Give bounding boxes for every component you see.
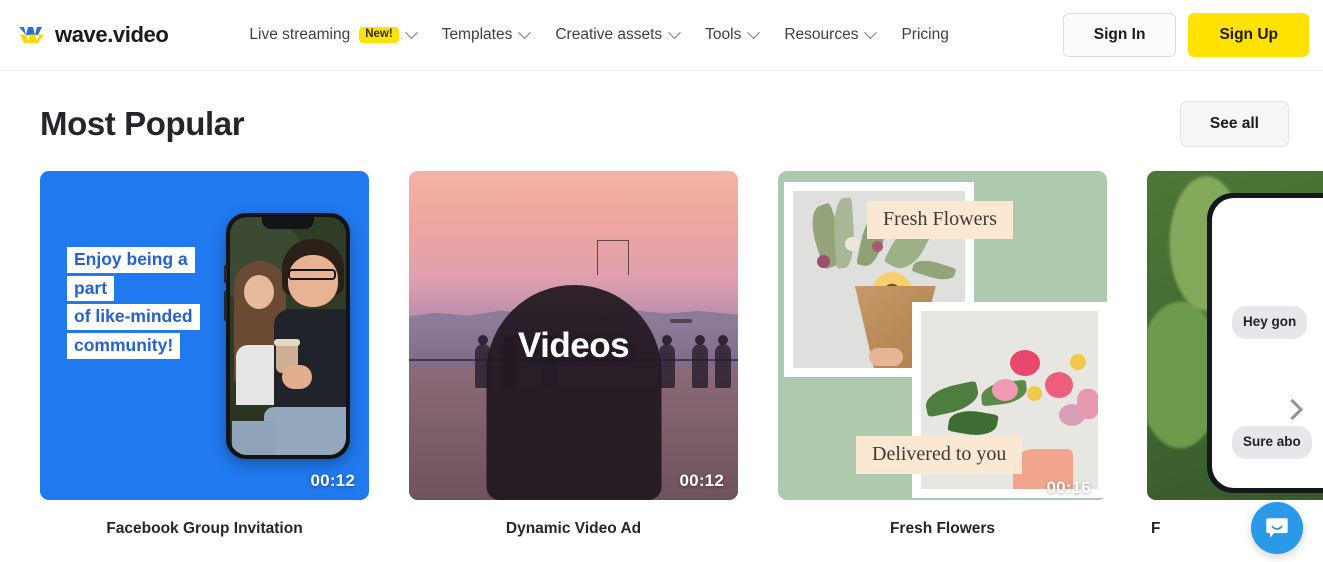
banner-title-top: Fresh Flowers	[867, 201, 1013, 239]
chevron-down-icon	[518, 25, 532, 39]
nav-label: Live streaming	[249, 26, 351, 43]
hand	[868, 348, 903, 366]
thumbnail-caption: Enjoy being a part of like-minded commun…	[67, 247, 200, 359]
page-title: Most Popular	[40, 105, 245, 142]
nav-label: Creative assets	[555, 26, 663, 43]
logo[interactable]: wave.video	[18, 22, 169, 48]
template-thumbnail[interactable]: Fresh Flowers Delivered to you 00:16	[778, 171, 1107, 500]
nav-item-templates[interactable]: Templates	[429, 20, 543, 50]
logo-text: wave.video	[55, 22, 169, 47]
nav-label: Pricing	[901, 26, 949, 43]
template-card-dynamic-video-ad[interactable]: Videos 00:12 Dynamic Video Ad	[409, 171, 738, 538]
template-card-facebook-group-invitation[interactable]: Enjoy being a part of like-minded commun…	[40, 171, 369, 538]
template-title: Dynamic Video Ad	[505, 520, 642, 537]
phone-mockup	[224, 213, 350, 459]
chat-bubble: Hey gon	[1232, 306, 1308, 339]
caption-line-1: Enjoy being a	[67, 247, 195, 273]
chevron-down-icon	[668, 25, 682, 39]
nav-item-tools[interactable]: Tools	[692, 20, 771, 50]
phone-mockup: Hey gon Sure abo	[1207, 193, 1323, 493]
chat-screen: Hey gon Sure abo	[1212, 198, 1323, 488]
pier-structure	[596, 240, 629, 276]
caption-line-3: of like-minded	[67, 304, 200, 330]
duration-badge: 00:16	[1046, 478, 1091, 497]
template-title: Fresh Flowers	[889, 520, 996, 537]
nav-item-resources[interactable]: Resources	[771, 20, 888, 50]
carousel-next-button[interactable]	[1275, 392, 1309, 426]
template-card-fresh-flowers[interactable]: Fresh Flowers Delivered to you 00:16 Fre…	[778, 171, 1107, 538]
nav-item-creative-assets[interactable]: Creative assets	[542, 20, 692, 50]
template-card-partial[interactable]: Hey gon Sure abo F	[1147, 171, 1323, 538]
nav-label: Resources	[784, 26, 859, 43]
distant-ship	[669, 319, 692, 324]
chevron-down-icon	[404, 25, 418, 39]
foreground-silhouette	[486, 285, 661, 500]
duration-badge: 00:12	[310, 471, 355, 490]
phone-screen	[230, 217, 346, 455]
new-badge: New!	[359, 26, 399, 44]
see-all-button[interactable]: See all	[1179, 101, 1289, 147]
chat-bubble: Sure abo	[1232, 426, 1312, 459]
templates-carousel[interactable]: Enjoy being a part of like-minded commun…	[40, 171, 1323, 538]
site-header: wave.video Live streaming New! Templates…	[0, 0, 1323, 71]
template-thumbnail[interactable]: Hey gon Sure abo	[1147, 171, 1323, 500]
main-nav: Live streaming New! Templates Creative a…	[236, 20, 961, 50]
caption-line-2: part	[67, 275, 115, 302]
phone-notch	[262, 217, 314, 229]
duration-badge: 00:12	[679, 471, 724, 490]
chevron-down-icon	[864, 25, 878, 39]
template-thumbnail[interactable]: Videos 00:12	[409, 171, 738, 500]
nav-item-pricing[interactable]: Pricing	[888, 20, 961, 50]
sign-in-button[interactable]: Sign In	[1062, 13, 1177, 57]
template-title: Facebook Group Invitation	[106, 520, 303, 537]
template-thumbnail[interactable]: Enjoy being a part of like-minded commun…	[40, 171, 369, 500]
nav-label: Templates	[441, 26, 513, 43]
intercom-chat-button[interactable]	[1251, 502, 1303, 554]
nav-item-live-streaming[interactable]: Live streaming New!	[236, 20, 428, 50]
chevron-down-icon	[747, 25, 761, 39]
section-header: Most Popular See all	[40, 101, 1323, 147]
caption-line-4: community!	[67, 332, 181, 359]
most-popular-section: Most Popular See all Enjoy being a part …	[0, 101, 1323, 538]
nav-label: Tools	[705, 26, 742, 43]
header-actions: Sign In Sign Up	[1062, 13, 1309, 57]
wave-logo-icon	[19, 27, 44, 43]
sign-up-button[interactable]: Sign Up	[1188, 13, 1309, 57]
banner-title-bottom: Delivered to you	[856, 436, 1023, 474]
thumbnail-overlay-text: Videos	[517, 325, 630, 365]
chat-bubble-icon	[1266, 518, 1288, 538]
chevron-right-icon	[1281, 398, 1303, 420]
